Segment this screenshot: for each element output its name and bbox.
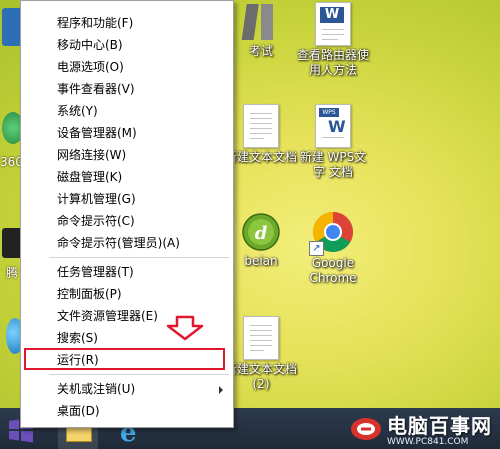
menu-item-disk-management[interactable]: 磁盘管理(K)	[21, 166, 233, 188]
desktop-icon-label: 新建文本文档	[224, 150, 297, 164]
menu-item-mobility-center[interactable]: 移动中心(B)	[21, 34, 233, 56]
menu-item-event-viewer[interactable]: 事件查看器(V)	[21, 78, 233, 100]
shortcut-arrow-icon: ↗	[309, 241, 324, 256]
menu-item-control-panel[interactable]: 控制面板(P)	[21, 283, 233, 305]
desktop-icon-beian[interactable]: d beian	[224, 212, 298, 269]
left-icon-label-teng: 腾	[6, 266, 19, 280]
desktop-icon-new-wps-doc[interactable]: WPS W 新建 WPS文字 文档	[296, 104, 370, 180]
svg-text:d: d	[255, 223, 268, 244]
menu-item-programs-features[interactable]: 程序和功能(F)	[21, 12, 233, 34]
submenu-arrow-icon	[219, 386, 223, 394]
menu-item-computer-management[interactable]: 计算机管理(G)	[21, 188, 233, 210]
menu-item-shutdown-signout[interactable]: 关机或注销(U)	[21, 378, 233, 400]
folder-icon	[241, 2, 281, 42]
menu-separator	[49, 374, 229, 375]
menu-item-label: 关机或注销(U)	[57, 382, 136, 396]
desktop-icon-label: 查看路由器使用人方法	[296, 48, 369, 77]
menu-separator	[49, 257, 229, 258]
text-doc-icon	[243, 316, 279, 360]
menu-item-command-prompt[interactable]: 命令提示符(C)	[21, 210, 233, 232]
watermark: 电脑百事网 WWW.PC841.COM	[349, 410, 492, 447]
text-doc-icon	[243, 104, 279, 148]
desktop-icon-new-text-doc-2[interactable]: 新建文本文档 (2)	[224, 316, 298, 392]
word-doc-icon: W	[315, 2, 351, 46]
menu-item-system[interactable]: 系统(Y)	[21, 100, 233, 122]
dreamweaver-icon: d	[241, 212, 281, 252]
desktop-icon-label: Google Chrome	[309, 256, 357, 285]
menu-item-desktop[interactable]: 桌面(D)	[21, 400, 233, 422]
down-arrow-icon	[165, 315, 205, 345]
desktop-icon-kaoshi[interactable]: 考试	[224, 2, 298, 59]
desktop-icon-chrome[interactable]: ↗ Google Chrome	[296, 210, 370, 286]
desktop-icon-new-text-doc[interactable]: 新建文本文档	[224, 104, 298, 165]
desktop-icon-label: 新建 WPS文字 文档	[299, 150, 367, 179]
desktop-icon-label: beian	[244, 254, 278, 268]
watermark-title: 电脑百事网	[387, 414, 492, 438]
menu-item-device-manager[interactable]: 设备管理器(M)	[21, 122, 233, 144]
desktop-icon-label: 新建文本文档 (2)	[224, 362, 297, 391]
wps-doc-icon: WPS W	[315, 104, 351, 148]
run-highlight-box	[24, 348, 225, 370]
chrome-icon: ↗	[309, 210, 355, 256]
menu-item-network-connections[interactable]: 网络连接(W)	[21, 144, 233, 166]
menu-item-task-manager[interactable]: 任务管理器(T)	[21, 261, 233, 283]
menu-item-command-prompt-admin[interactable]: 命令提示符(管理员)(A)	[21, 232, 233, 254]
desktop-icon-router-guide[interactable]: W 查看路由器使用人方法	[296, 2, 370, 78]
watermark-logo-icon	[351, 417, 381, 440]
desktop-icon-label: 考试	[248, 44, 273, 58]
menu-item-power-options[interactable]: 电源选项(O)	[21, 56, 233, 78]
